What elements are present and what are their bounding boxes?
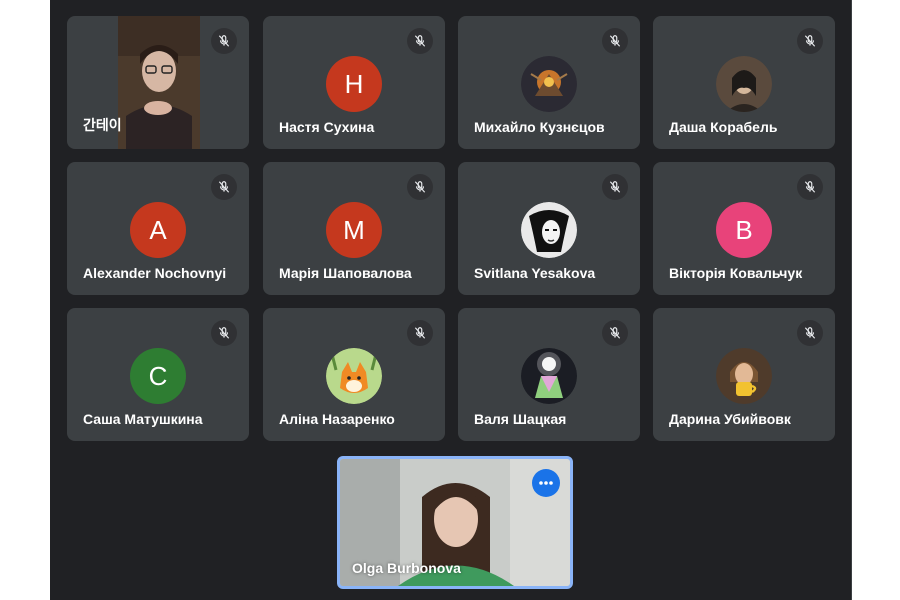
avatar: B xyxy=(716,202,772,258)
more-options-icon[interactable] xyxy=(532,469,560,497)
participant-name: Михайло Кузнєцов xyxy=(474,119,605,135)
participant-name: Дарина Убийвовк xyxy=(669,411,791,427)
mic-off-icon xyxy=(797,320,823,346)
participant-video xyxy=(118,16,200,149)
participant-tile[interactable]: C Саша Матушкина xyxy=(67,308,249,441)
avatar: H xyxy=(326,56,382,112)
monochrome-portrait-photo xyxy=(521,202,577,258)
participant-tile[interactable]: M Марія Шаповалова xyxy=(263,162,445,295)
mic-off-icon xyxy=(797,174,823,200)
mic-off-icon xyxy=(407,28,433,54)
mic-off-icon xyxy=(602,174,628,200)
participant-name: Валя Шацкая xyxy=(474,411,567,427)
participant-tile[interactable]: B Вікторія Ковальчук xyxy=(653,162,835,295)
self-view-tile[interactable]: Olga Burbonova xyxy=(337,456,573,589)
person-with-mug-photo xyxy=(716,348,772,404)
mic-off-icon xyxy=(407,174,433,200)
participant-name: Вікторія Ковальчук xyxy=(669,265,803,281)
avatar: C xyxy=(130,348,186,404)
dark-portrait-photo xyxy=(716,56,772,112)
mic-off-icon xyxy=(211,28,237,54)
participant-tile[interactable]: Аліна Назаренко xyxy=(263,308,445,441)
avatar: M xyxy=(326,202,382,258)
meeting-stage: 간테이 H Настя Сухина Михайло Кузнєцов Даша… xyxy=(50,0,852,600)
mic-off-icon xyxy=(407,320,433,346)
participant-name: Аліна Назаренко xyxy=(279,411,395,427)
participant-tile[interactable]: Михайло Кузнєцов xyxy=(458,16,640,149)
participant-tile[interactable]: Валя Шацкая xyxy=(458,308,640,441)
participant-tile[interactable]: Дарина Убийвовк xyxy=(653,308,835,441)
participant-name: Саша Матушкина xyxy=(83,411,203,427)
participant-name: Настя Сухина xyxy=(279,119,375,135)
participant-name: Alexander Nochovnyi xyxy=(83,265,227,281)
participant-name: Даша Корабель xyxy=(669,119,778,135)
participant-tile[interactable]: A Alexander Nochovnyi xyxy=(67,162,249,295)
glowing-figure-photo xyxy=(521,348,577,404)
participant-tile[interactable]: Даша Корабель xyxy=(653,16,835,149)
participant-name: 간테이 xyxy=(83,117,122,133)
participant-tile[interactable]: 간테이 xyxy=(67,16,249,149)
participant-tile[interactable]: H Настя Сухина xyxy=(263,16,445,149)
fantasy-art-photo xyxy=(521,56,577,112)
participant-name: Марія Шаповалова xyxy=(279,265,412,281)
mic-off-icon xyxy=(602,320,628,346)
avatar: A xyxy=(130,202,186,258)
participant-tile[interactable]: Svitlana Yesakova xyxy=(458,162,640,295)
mic-off-icon xyxy=(602,28,628,54)
participant-name: Svitlana Yesakova xyxy=(474,265,596,281)
video-feed-icon xyxy=(118,16,200,149)
cartoon-fox-photo xyxy=(326,348,382,404)
mic-off-icon xyxy=(211,320,237,346)
self-name: Olga Burbonova xyxy=(352,560,461,576)
mic-off-icon xyxy=(797,28,823,54)
mic-off-icon xyxy=(211,174,237,200)
